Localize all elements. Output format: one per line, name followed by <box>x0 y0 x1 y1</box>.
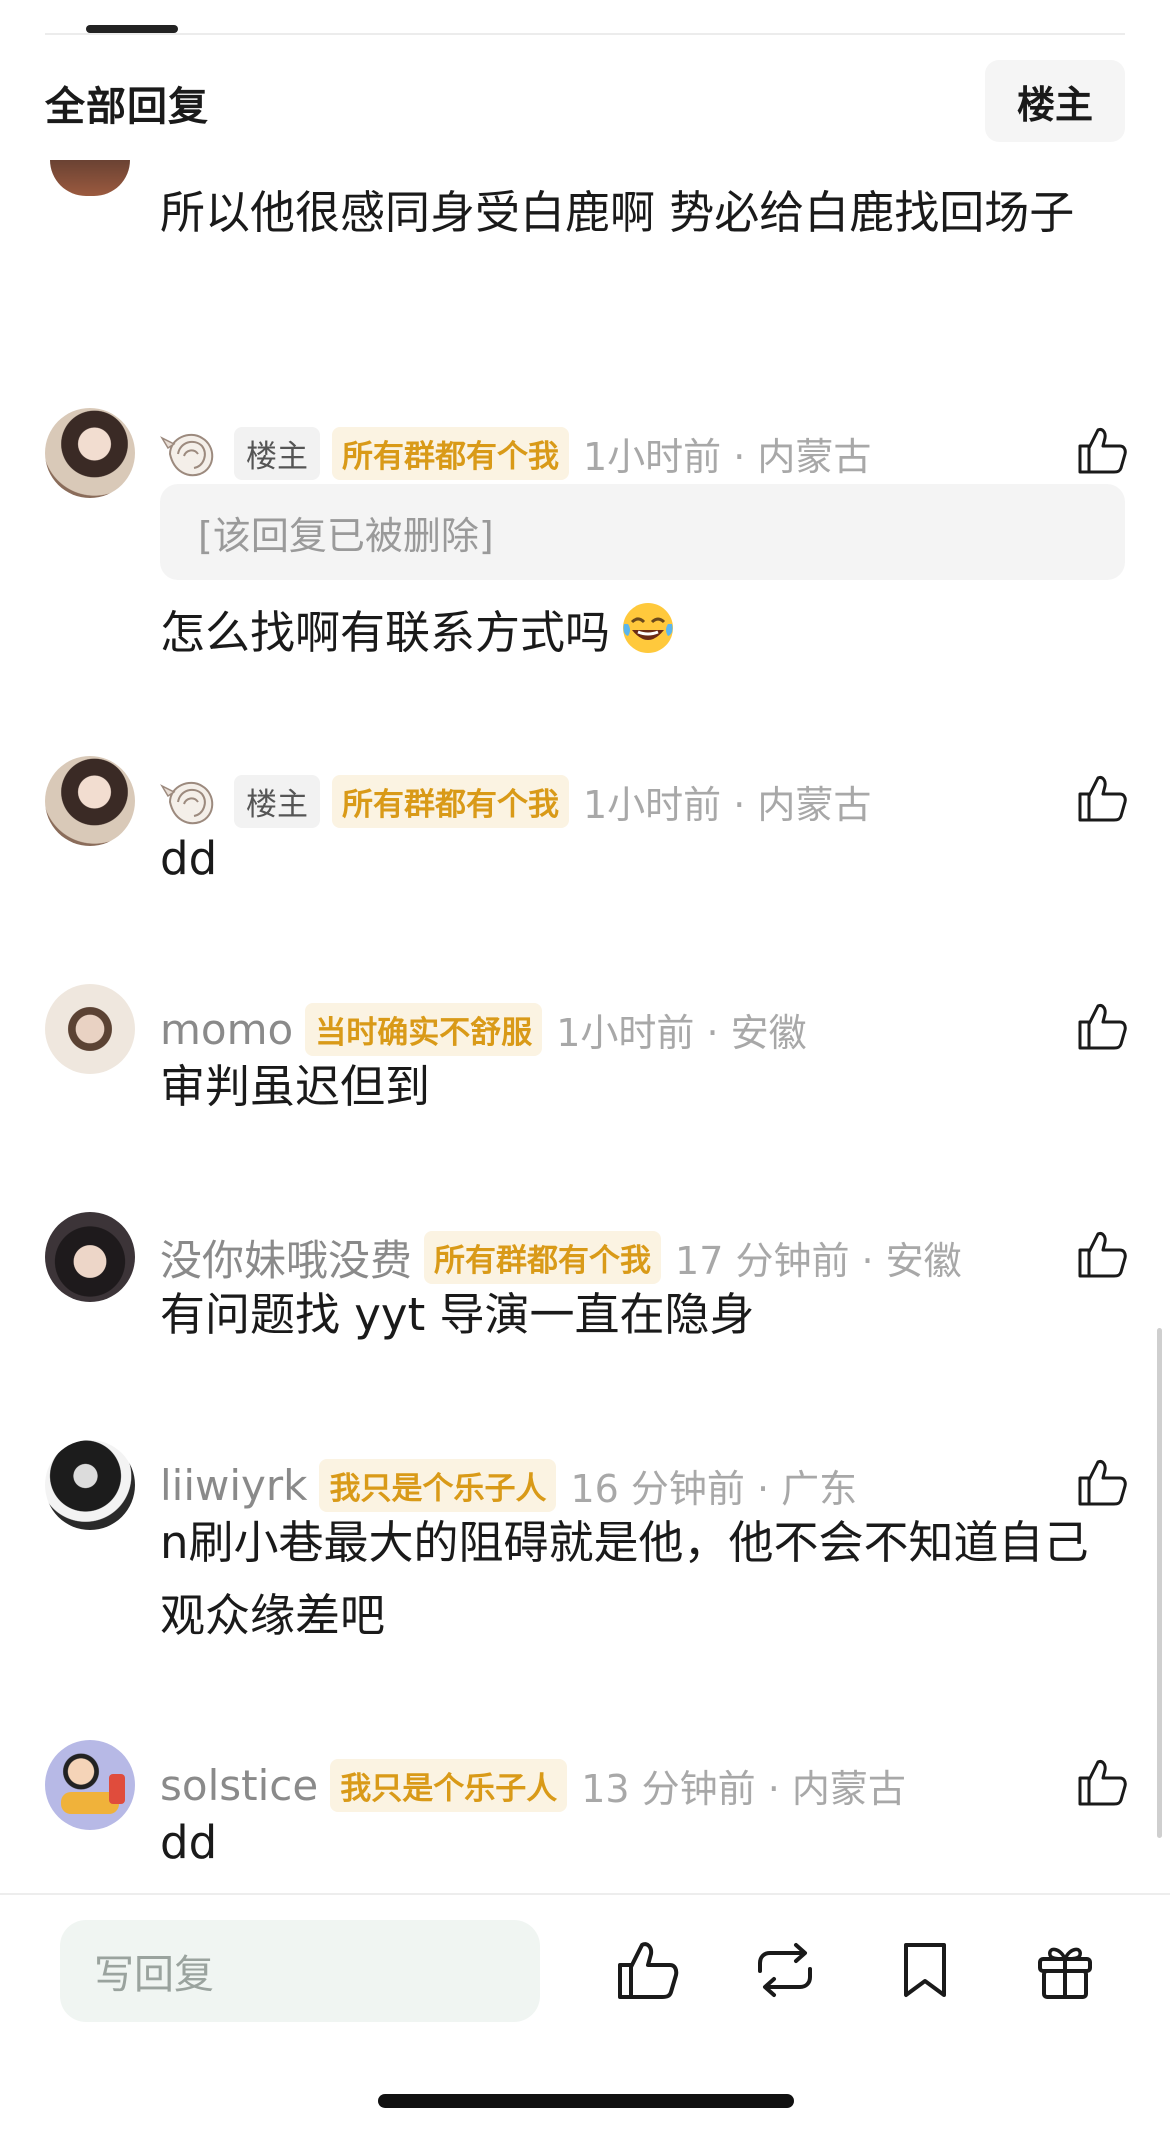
poster-badge: 楼主 <box>234 426 320 480</box>
home-indicator[interactable] <box>378 2094 794 2108</box>
page-title: 全部回复 <box>45 84 209 130</box>
group-badge[interactable]: 所有群都有个我 <box>332 426 569 480</box>
scrollbar[interactable] <box>1157 1328 1162 1838</box>
comment-time-location: 16 分钟前 · 广东 <box>570 1466 858 1511</box>
thumbs-up-icon[interactable] <box>1076 772 1128 824</box>
comment-time-location: 1小时前 · 安徽 <box>556 1010 807 1055</box>
thumbs-up-icon[interactable] <box>1076 1000 1128 1052</box>
repost-icon[interactable] <box>752 1937 818 2003</box>
thumbs-up-icon[interactable] <box>1076 424 1128 476</box>
comment-text: 怎么找啊有联系方式吗 <box>160 596 1120 669</box>
avatar[interactable] <box>45 408 135 498</box>
thumbs-up-icon[interactable] <box>1076 1228 1128 1280</box>
comment-text: n刷小巷最大的阻碍就是他，他不会不知道自己观众缘差吧 <box>160 1516 1089 1642</box>
avatar[interactable] <box>45 756 135 846</box>
avatar[interactable] <box>45 1440 135 1530</box>
active-tab-indicator <box>86 25 178 33</box>
comment-time-location: 1小时前 · 内蒙古 <box>583 434 872 479</box>
reply-input[interactable]: 写回复 <box>60 1920 540 2022</box>
group-badge[interactable]: 当时确实不舒服 <box>305 1002 543 1056</box>
deleted-reply-quote: [该回复已被删除] <box>160 484 1125 580</box>
username[interactable]: momo <box>160 1005 293 1054</box>
avatar[interactable] <box>45 1212 135 1302</box>
thumbs-up-icon[interactable] <box>1076 1756 1128 1808</box>
comment-text: 有问题找 yyt 导演一直在隐身 <box>160 1288 755 1341</box>
laugh-cry-emoji-icon <box>623 603 674 653</box>
group-badge[interactable]: 所有群都有个我 <box>332 774 569 828</box>
bookmark-icon[interactable] <box>892 1937 958 2003</box>
thumbs-up-icon[interactable] <box>1076 1456 1128 1508</box>
group-badge[interactable]: 我只是个乐子人 <box>330 1758 568 1812</box>
avatar[interactable] <box>50 160 130 196</box>
group-badge[interactable]: 所有群都有个我 <box>424 1230 662 1284</box>
header-divider <box>45 33 1125 35</box>
username[interactable]: solstice <box>160 1761 318 1810</box>
poster-badge: 楼主 <box>234 774 320 828</box>
avatar[interactable] <box>45 1740 135 1830</box>
username[interactable]: liiwiyrk <box>160 1461 307 1510</box>
comment-text: dd <box>160 1816 218 1869</box>
comment-text: 所以他很感同身受白鹿啊 势必给白鹿找回场子 <box>160 186 1075 239</box>
thumbs-up-icon[interactable] <box>614 1937 680 2003</box>
comment-time-location: 17 分钟前 · 安徽 <box>675 1238 962 1283</box>
comment-time-location: 1小时前 · 内蒙古 <box>583 782 872 827</box>
comment-text: dd <box>160 832 218 885</box>
shell-icon <box>160 433 214 477</box>
poster-only-button[interactable]: 楼主 <box>985 60 1125 142</box>
comment-text: 审判虽迟但到 <box>160 1060 431 1113</box>
group-badge[interactable]: 我只是个乐子人 <box>319 1458 557 1512</box>
avatar[interactable] <box>45 984 135 1074</box>
gift-icon[interactable] <box>1032 1937 1098 2003</box>
comment-time-location: 13 分钟前 · 内蒙古 <box>581 1766 906 1811</box>
